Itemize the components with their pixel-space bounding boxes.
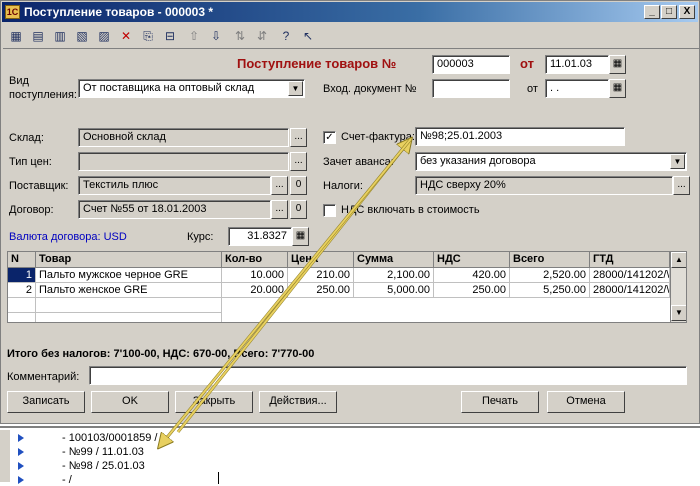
arrow-to-tree-fill (160, 139, 411, 446)
annotation-arrows (0, 0, 700, 482)
